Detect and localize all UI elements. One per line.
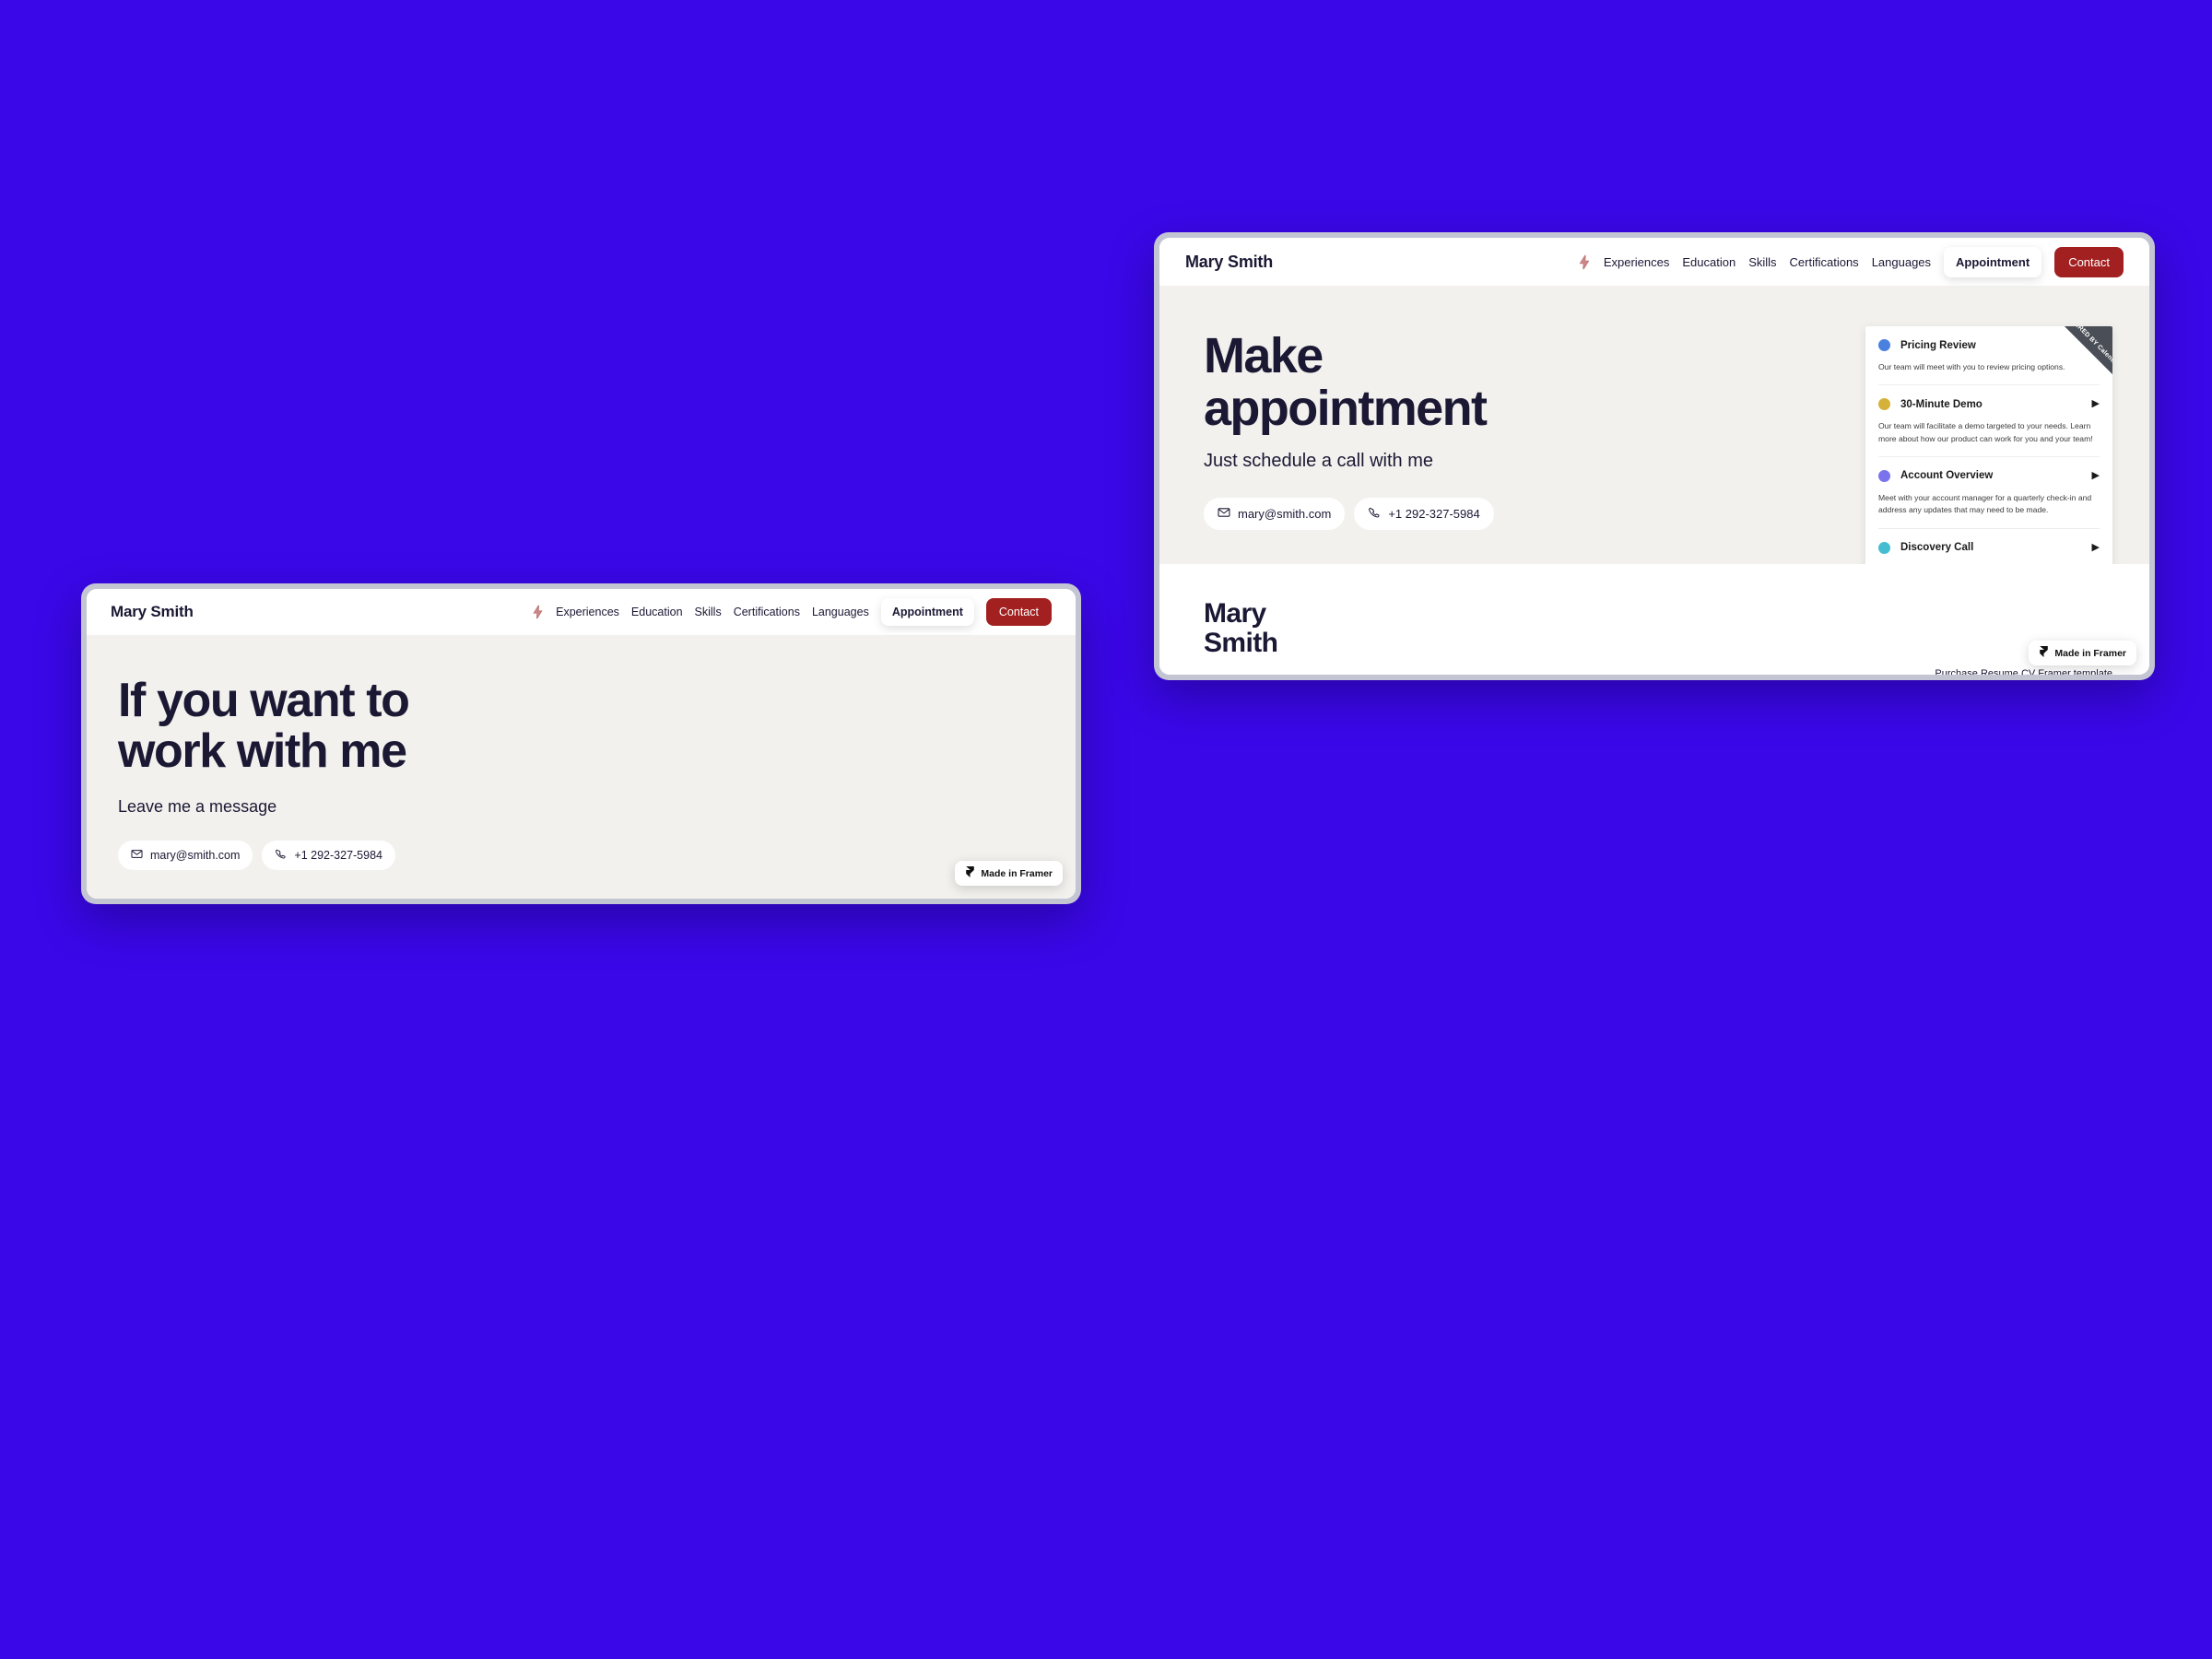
nav-link-skills[interactable]: Skills	[695, 606, 722, 618]
calendly-event-item[interactable]: 30-Minute Demo ▶ Our team will facilitat…	[1878, 385, 2100, 457]
made-in-framer-label: Made in Framer	[981, 867, 1053, 879]
footer-brand-name: Mary Smith	[1204, 598, 1348, 659]
phone-pill[interactable]: +1 292-327-5984	[262, 841, 395, 871]
appointment-hero-text: Make appointment Just schedule a call wi…	[1204, 326, 1865, 564]
nav-link-education[interactable]: Education	[1682, 255, 1735, 269]
event-color-dot	[1878, 541, 1890, 554]
made-in-framer-label: Made in Framer	[2054, 647, 2126, 659]
page-title: If you want to work with me	[118, 674, 1044, 779]
contact-page-viewport: Mary Smith Experiences Education Skills …	[87, 589, 1076, 899]
navbar-links: Experiences Education Skills Certificati…	[1578, 246, 2124, 277]
contact-page-window: Mary Smith Experiences Education Skills …	[81, 583, 1081, 904]
phone-pill[interactable]: +1 292-327-5984	[1354, 498, 1494, 531]
site-footer: Mary Smith in	[1159, 564, 2149, 675]
site-navbar: Mary Smith Experiences Education Skills …	[1159, 238, 2149, 286]
nav-contact-button[interactable]: Contact	[2054, 246, 2124, 277]
page-title-line2: work with me	[118, 724, 407, 779]
brand-logo[interactable]: Mary Smith	[111, 603, 194, 621]
nav-link-languages[interactable]: Languages	[1872, 255, 1931, 269]
phone-icon	[275, 848, 287, 863]
contact-hero: If you want to work with me Leave me a m…	[87, 635, 1076, 899]
event-color-dot	[1878, 339, 1890, 351]
email-pill-label: mary@smith.com	[1238, 507, 1332, 522]
calendly-event-header: 30-Minute Demo ▶	[1878, 398, 2100, 411]
chevron-right-icon[interactable]: ▶	[2092, 399, 2100, 409]
calendly-event-header: Pricing Review ▶	[1878, 339, 2100, 351]
page-subtitle: Just schedule a call with me	[1204, 451, 1434, 472]
email-pill-label: mary@smith.com	[150, 849, 241, 863]
event-color-dot	[1878, 469, 1890, 482]
page-title-line1: If you want to	[118, 674, 410, 727]
chevron-right-icon[interactable]: ▶	[2092, 542, 2100, 553]
nav-link-experiences[interactable]: Experiences	[556, 606, 619, 618]
page-title-line1: Make	[1204, 328, 1324, 383]
footer-left: Mary Smith in	[1204, 598, 1348, 675]
framer-logo-icon	[965, 866, 975, 880]
nav-contact-button[interactable]: Contact	[985, 598, 1052, 626]
nav-link-certifications[interactable]: Certifications	[734, 606, 800, 618]
framer-logo-icon	[2039, 646, 2049, 660]
event-title: Discovery Call	[1900, 542, 1974, 554]
footer-brand-line1: Mary	[1204, 598, 1266, 629]
event-title: Pricing Review	[1900, 339, 1976, 351]
calendly-event-item[interactable]: Account Overview ▶ Meet with your accoun…	[1878, 457, 2100, 529]
contact-pill-row: mary@smith.com +1 292-327-5984	[1204, 498, 1865, 531]
nav-link-certifications[interactable]: Certifications	[1790, 255, 1859, 269]
nav-appointment-button[interactable]: Appointment	[880, 598, 974, 626]
event-description: Meet with your account manager for a qua…	[1878, 492, 2092, 515]
phone-pill-label: +1 292-327-5984	[294, 849, 382, 863]
appointment-hero: Make appointment Just schedule a call wi…	[1159, 286, 2149, 619]
event-title: 30-Minute Demo	[1900, 398, 1983, 410]
email-pill[interactable]: mary@smith.com	[118, 841, 253, 871]
appointment-page-viewport: Mary Smith Experiences Education Skills …	[1159, 238, 2149, 675]
page-subtitle: Leave me a message	[118, 797, 277, 817]
nav-link-education[interactable]: Education	[631, 606, 683, 618]
event-description: Our team will meet with you to review pr…	[1878, 362, 2065, 371]
mail-icon	[131, 848, 143, 863]
event-description: Our team will facilitate a demo targeted…	[1878, 421, 2093, 443]
calendly-event-header: Discovery Call ▶	[1878, 541, 2100, 554]
page-title-line2: appointment	[1204, 380, 1488, 436]
made-in-framer-badge[interactable]: Made in Framer	[955, 861, 1063, 886]
nav-link-skills[interactable]: Skills	[1748, 255, 1776, 269]
page-title: Make appointment	[1204, 330, 1865, 434]
contact-pill-row: mary@smith.com +1 292-327-5984	[118, 841, 1044, 871]
site-navbar: Mary Smith Experiences Education Skills …	[87, 589, 1076, 635]
chevron-right-icon[interactable]: ▶	[2092, 470, 2100, 481]
event-title: Account Overview	[1900, 470, 1994, 482]
nav-link-languages[interactable]: Languages	[812, 606, 869, 618]
nav-appointment-button[interactable]: Appointment	[1944, 246, 2042, 277]
made-in-framer-badge[interactable]: Made in Framer	[2029, 641, 2136, 665]
calendly-event-item[interactable]: Pricing Review ▶ Our team will meet with…	[1878, 326, 2100, 386]
appointment-page-window: Mary Smith Experiences Education Skills …	[1154, 232, 2155, 680]
brand-logo[interactable]: Mary Smith	[1185, 253, 1273, 272]
calendly-event-header: Account Overview ▶	[1878, 469, 2100, 482]
footer-brand-line2: Smith	[1204, 628, 1278, 659]
email-pill[interactable]: mary@smith.com	[1204, 498, 1346, 531]
event-color-dot	[1878, 398, 1890, 411]
footer-right: Purchase Resume CV Framer template 2024 …	[1935, 668, 2112, 675]
navbar-links: Experiences Education Skills Certificati…	[532, 598, 1052, 626]
lightning-bolt-icon	[532, 605, 544, 619]
mail-icon	[1218, 506, 1230, 522]
nav-link-experiences[interactable]: Experiences	[1604, 255, 1670, 269]
purchase-template-link[interactable]: Purchase Resume CV Framer template	[1935, 668, 2112, 675]
phone-icon	[1368, 506, 1381, 522]
phone-pill-label: +1 292-327-5984	[1388, 507, 1480, 522]
lightning-bolt-icon	[1578, 254, 1591, 270]
